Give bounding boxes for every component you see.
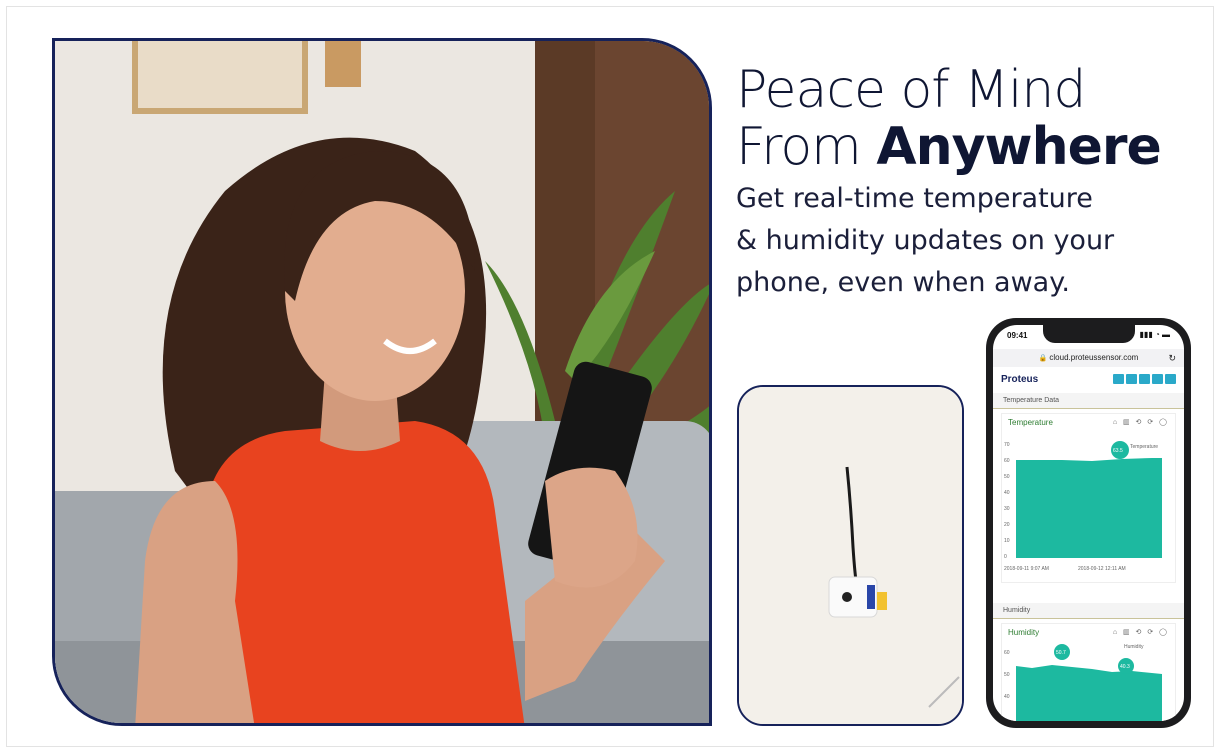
sensor-photo [737, 385, 964, 726]
temp-tick-0: 0 [1004, 554, 1007, 560]
temp-tick-10: 10 [1004, 538, 1010, 544]
signal-icon: ▮▮▮ ◔ ▬ [1139, 330, 1170, 339]
toolbar-button-3[interactable] [1139, 374, 1150, 384]
humidity-area [1016, 665, 1162, 721]
headline: Peace of Mind From Anywhere [736, 62, 1196, 176]
temperature-chart: 70 60 50 40 30 20 10 0 2018-09-11 9:07 A… [1004, 441, 1162, 572]
status-bar: 09:41 ▮▮▮ ◔ ▬ [993, 325, 1184, 347]
toolbar-button-4[interactable] [1152, 374, 1163, 384]
app-bar: Proteus [993, 369, 1184, 389]
humidity-legend: Humidity [1124, 644, 1144, 650]
temp-tick-30: 30 [1004, 506, 1010, 512]
hum-tick-60: 60 [1004, 650, 1010, 656]
humidity-marker-1-label: 50.7 [1056, 650, 1066, 656]
temperature-panel: Temperature ⌂ ▥ ⟲ ⟳ ◯ 70 60 50 40 30 20 … [1001, 413, 1176, 583]
subheadline-line-2: & humidity updates on your [736, 225, 1115, 256]
subheadline-line-3: phone, even when away. [736, 267, 1070, 298]
temperature-area [1016, 458, 1162, 558]
lock-icon: 🔒 [1038, 355, 1048, 362]
url-text: cloud.proteussensor.com [1049, 353, 1139, 362]
temperature-marker-label: 63.5 [1113, 448, 1123, 454]
headline-line-2-light: From [736, 117, 877, 177]
hum-tick-50: 50 [1004, 672, 1010, 678]
toolbar-buttons [1113, 374, 1176, 384]
temp-legend: Temperature [1130, 444, 1158, 450]
temp-x-end: 2018-09-12 12:11 AM [1078, 566, 1126, 572]
sensor-illustration [739, 387, 962, 724]
toolbar-button-2[interactable] [1126, 374, 1137, 384]
temp-tick-20: 20 [1004, 522, 1010, 528]
temp-tick-50: 50 [1004, 474, 1010, 480]
headline-line-1: Peace of Mind [736, 60, 1086, 120]
humidity-marker-2-label: 40.3 [1120, 664, 1130, 670]
toolbar-button-1[interactable] [1113, 374, 1124, 384]
hero-illustration [55, 41, 709, 723]
phone-mockup: 09:41 ▮▮▮ ◔ ▬ 🔒 cloud.proteussensor.com ↻… [986, 318, 1191, 728]
headline-line-2-bold: Anywhere [876, 117, 1161, 177]
toolbar-button-5[interactable] [1165, 374, 1176, 384]
hum-tick-40: 40 [1004, 694, 1010, 700]
temp-tick-40: 40 [1004, 490, 1010, 496]
hero-photo [52, 38, 712, 726]
humidity-section-header: Humidity [993, 603, 1184, 619]
temp-tick-60: 60 [1004, 458, 1010, 464]
reload-icon[interactable]: ↻ [1168, 349, 1176, 367]
temp-tick-70: 70 [1004, 442, 1010, 448]
humidity-chart: 60 50 40 Humidity 50.7 40.3 [1004, 644, 1162, 721]
url-bar[interactable]: 🔒 cloud.proteussensor.com ↻ [993, 349, 1184, 367]
temperature-section-header: Temperature Data [993, 393, 1184, 409]
temp-x-start: 2018-09-11 9:07 AM [1004, 566, 1049, 572]
headline-line-2: From Anywhere [736, 118, 1196, 176]
subheadline: Get real-time temperature & humidity upd… [736, 178, 1196, 304]
subheadline-line-1: Get real-time temperature [736, 183, 1093, 214]
brand-name: Proteus [1001, 374, 1039, 385]
humidity-panel: Humidity ⌂ ▥ ⟲ ⟳ ◯ 60 50 40 Humidity 50.… [1001, 623, 1176, 721]
phone-screen: 09:41 ▮▮▮ ◔ ▬ 🔒 cloud.proteussensor.com ↻… [993, 325, 1184, 721]
status-time: 09:41 [1007, 331, 1028, 340]
